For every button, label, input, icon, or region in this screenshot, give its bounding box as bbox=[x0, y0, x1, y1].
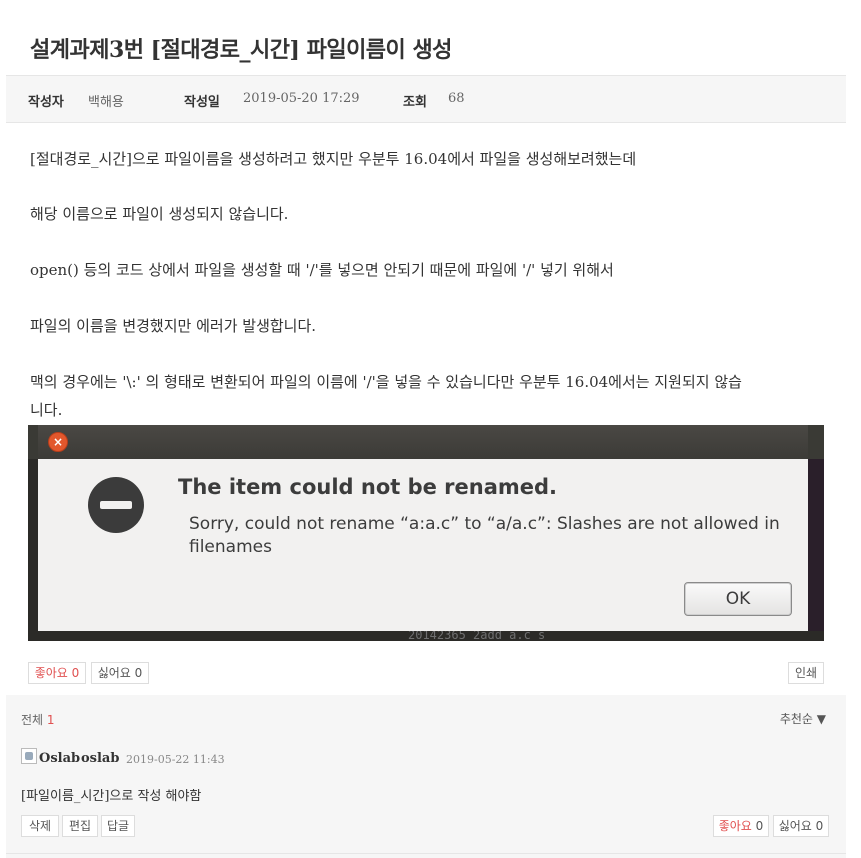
error-dialog-screenshot: 20142365 2add a.c s × The item could not… bbox=[28, 425, 824, 641]
like-count: 0 bbox=[71, 666, 80, 680]
comment-like-label: 좋아요 bbox=[718, 819, 752, 833]
comment-dislike-button[interactable]: 싫어요 0 bbox=[773, 815, 829, 837]
comment-delete-button[interactable]: 삭제 bbox=[21, 815, 59, 837]
comment-dislike-label: 싫어요 bbox=[778, 819, 812, 833]
like-label: 좋아요 bbox=[34, 666, 68, 680]
post-meta-bar: 작성자 백해용 작성일 2019-05-20 17:29 조회 68 bbox=[6, 75, 846, 123]
dislike-label: 싫어요 bbox=[97, 666, 131, 680]
date-label: 작성일 bbox=[184, 95, 220, 110]
error-icon bbox=[88, 477, 144, 533]
post-title: 설계과제3번 [절대경로_시간] 파일이름이 생성 bbox=[30, 37, 452, 63]
comment-total: 전체 1 bbox=[21, 711, 55, 728]
views-count: 68 bbox=[448, 91, 465, 106]
close-icon: × bbox=[48, 432, 68, 452]
screenshot-background-right bbox=[808, 459, 824, 641]
comment-dislike-count: 0 bbox=[815, 819, 824, 833]
comment-edit-button[interactable]: 편집 bbox=[62, 815, 98, 837]
screenshot-background-left bbox=[28, 459, 38, 641]
comment-divider bbox=[6, 853, 846, 854]
avatar-alt-text: Oslab bbox=[39, 751, 81, 766]
comment-reply-button[interactable]: 답글 bbox=[101, 815, 135, 837]
comments-section: 전체 1 추천순 ▼ Oslab oslab 2019-05-22 11:43 … bbox=[6, 695, 846, 858]
comment-text: [파일이름_시간]으로 작성 해야함 bbox=[21, 789, 202, 804]
avatar bbox=[21, 748, 37, 764]
dislike-button[interactable]: 싫어요 0 bbox=[91, 662, 149, 684]
body-paragraph-4: 파일의 이름을 변경했지만 에러가 발생합니다. bbox=[30, 317, 317, 335]
post-date: 2019-05-20 17:29 bbox=[243, 91, 360, 106]
dialog-titlebar: × bbox=[38, 425, 808, 459]
body-paragraph-5-cont: 니다. bbox=[30, 401, 63, 419]
dislike-count: 0 bbox=[134, 666, 143, 680]
comment-date: 2019-05-22 11:43 bbox=[126, 753, 225, 766]
dialog-message: Sorry, could not rename “a:a.c” to “a/a.… bbox=[189, 514, 780, 557]
body-paragraph-2: 해당 이름으로 파일이 생성되지 않습니다. bbox=[30, 205, 289, 223]
comment-like-button[interactable]: 좋아요 0 bbox=[713, 815, 769, 837]
body-paragraph-5: 맥의 경우에는 '\:' 의 형태로 변환되어 파일의 이름에 '/'을 넣을 … bbox=[30, 373, 742, 391]
dialog-body: The item could not be renamed. Sorry, co… bbox=[38, 459, 808, 631]
views-label: 조회 bbox=[403, 95, 427, 110]
comment-total-count: 1 bbox=[46, 713, 55, 727]
dialog-heading: The item could not be renamed. bbox=[178, 475, 558, 499]
print-button[interactable]: 인쇄 bbox=[788, 662, 824, 684]
comment-like-count: 0 bbox=[755, 819, 764, 833]
body-paragraph-1: [절대경로_시간]으로 파일이름을 생성하려고 했지만 우분투 16.04에서 … bbox=[30, 150, 637, 168]
like-button[interactable]: 좋아요 0 bbox=[28, 662, 86, 684]
dialog-ok-button: OK bbox=[684, 582, 792, 616]
comment-author[interactable]: oslab bbox=[81, 751, 119, 766]
comment-sort-dropdown[interactable]: 추천순 ▼ bbox=[780, 710, 826, 727]
author-name: 백해용 bbox=[88, 95, 124, 110]
comment-total-label: 전체 bbox=[21, 713, 44, 727]
body-paragraph-3: open() 등의 코드 상에서 파일을 생성할 때 '/'를 넣으면 안되기 … bbox=[30, 261, 614, 279]
author-label: 작성자 bbox=[28, 95, 64, 110]
